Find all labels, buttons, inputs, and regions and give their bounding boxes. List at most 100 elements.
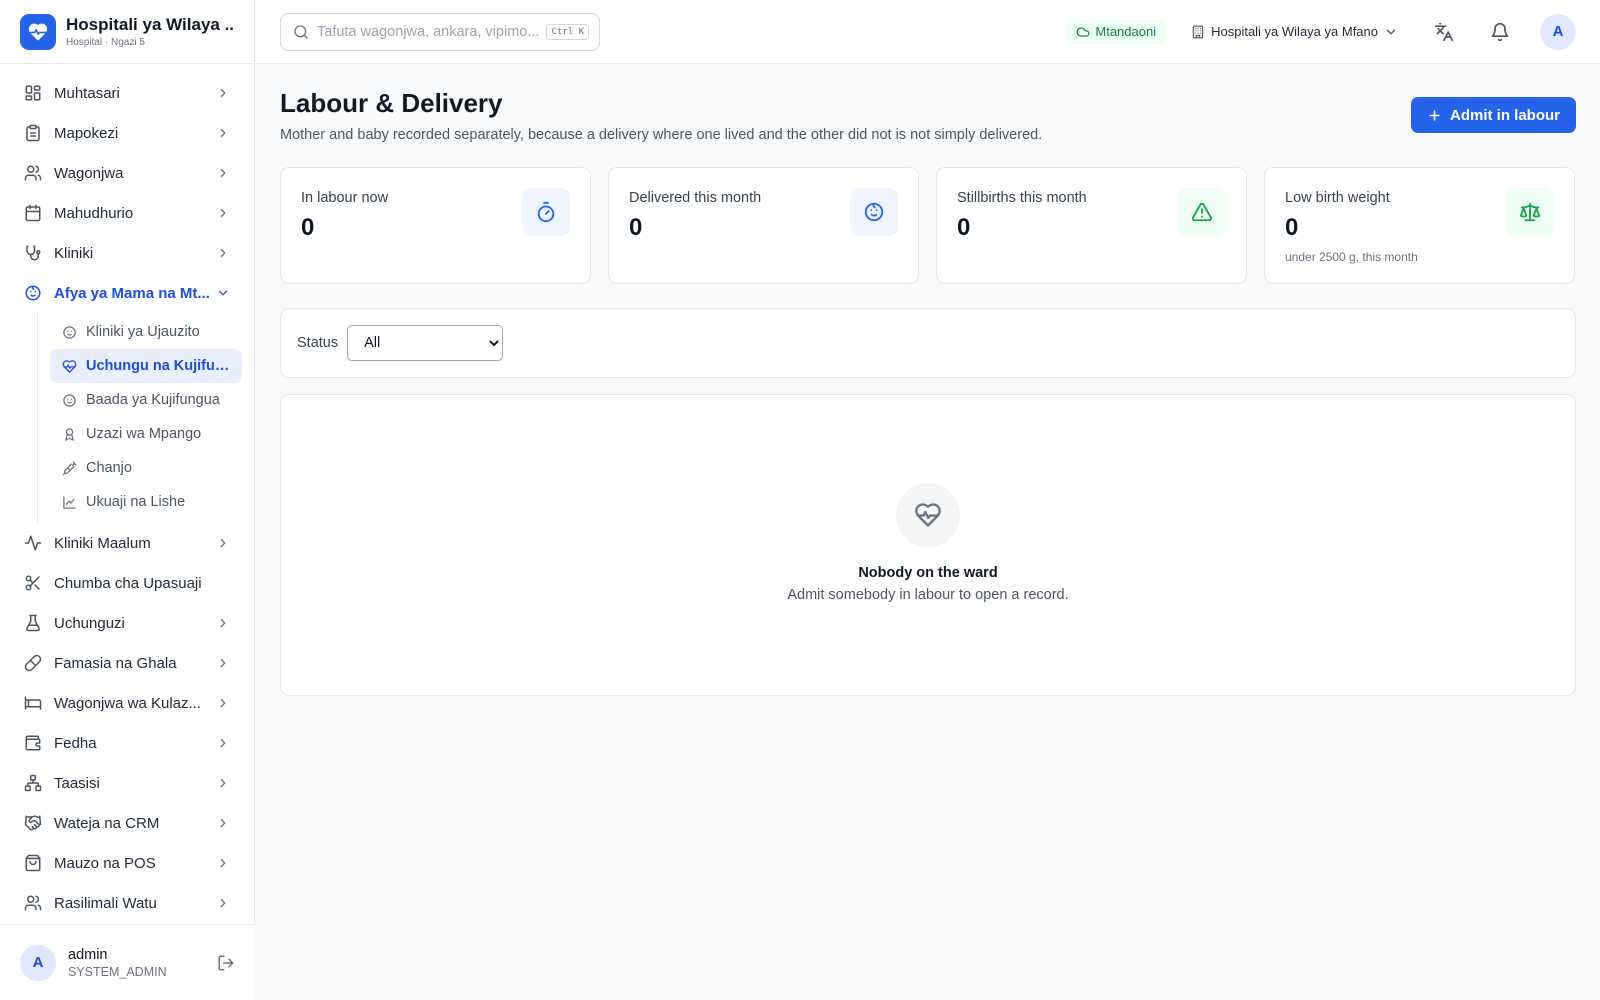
topbar: Ctrl K Mtandaoni Hospitali ya Wilaya ya …: [256, 0, 1600, 64]
sidebar-subitem-label: Uzazi wa Mpango: [86, 426, 202, 442]
chevron-right-icon: [220, 898, 226, 908]
stat-hint: under 2500 g, this month: [1285, 250, 1418, 264]
sidebar-item-label: Famasia na Ghala: [54, 654, 177, 672]
sidebar-subitem-kliniki-ya-ujauzito[interactable]: Kliniki ya Ujauzito: [50, 315, 242, 349]
sidebar-item-wagonjwa-wa-kulazwa[interactable]: Wagonjwa wa Kulaz...: [0, 683, 254, 723]
heart-pulse-icon: [896, 483, 960, 547]
chevron-right-icon: [220, 128, 226, 138]
stat-card-stillbirths: Stillbirths this month 0: [936, 167, 1247, 284]
sidebar-subitem-label: Baada ya Kujifungua: [86, 392, 220, 408]
empty-state-description: Admit somebody in labour to open a recor…: [787, 587, 1069, 603]
chevron-right-icon: [220, 538, 226, 548]
sidebar-item-wagonjwa[interactable]: Wagonjwa: [0, 153, 254, 193]
sidebar-subnav: Kliniki ya Ujauzito Uchungu na Kujifun..…: [37, 313, 254, 523]
facility-name: Hospitali ya Wilaya ya Mfano: [1211, 24, 1378, 39]
stat-card-delivered: Delivered this month 0: [608, 167, 919, 284]
stethoscope-icon: [26, 245, 41, 261]
baby-icon: [63, 393, 76, 407]
chevron-right-icon: [220, 208, 226, 218]
chevron-right-icon: [220, 248, 226, 258]
sidebar-item-label: Mauzo na POS: [54, 854, 156, 872]
network-icon: [24, 774, 42, 792]
shopping-bag-icon: [25, 854, 41, 872]
admit-in-labour-button[interactable]: Admit in labour: [1411, 97, 1576, 133]
baby-icon: [63, 325, 76, 339]
sidebar-subitem-label: Chanjo: [86, 460, 132, 476]
sidebar-item-fedha[interactable]: Fedha: [0, 723, 254, 763]
sidebar-subitem-uchungu-na-kujifungua[interactable]: Uchungu na Kujifun...: [50, 349, 242, 383]
brand-subtitle: Hospital · Ngazi 5: [66, 37, 145, 48]
sidebar-item-mapokezi[interactable]: Mapokezi: [0, 113, 254, 153]
pill-icon: [24, 654, 42, 672]
chevron-right-icon: [220, 738, 226, 748]
handshake-icon: [24, 815, 42, 831]
sidebar-item-label: Afya ya Mama na Mt...: [54, 284, 210, 302]
sidebar-item-kliniki-maalum[interactable]: Kliniki Maalum: [0, 523, 254, 563]
baby-icon: [25, 285, 41, 301]
sidebar: Hospitali ya Wilaya ... Hospital · Ngazi…: [0, 0, 255, 1000]
bell-icon[interactable]: [1490, 22, 1510, 42]
calendar-icon: [25, 204, 41, 222]
sidebar-subitem-baada-ya-kujifungua[interactable]: Baada ya Kujifungua: [50, 383, 242, 417]
sidebar-subitem-uzazi-wa-mpango[interactable]: Uzazi wa Mpango: [50, 417, 242, 451]
activity-icon: [24, 535, 42, 551]
connection-status-badge: Mtandaoni: [1067, 19, 1167, 44]
chevron-down-icon: [1386, 29, 1396, 34]
ribbon-icon: [65, 427, 74, 441]
chevron-right-icon: [220, 818, 226, 828]
sidebar-item-label: Kliniki: [54, 244, 94, 262]
logout-icon[interactable]: [217, 954, 235, 972]
sidebar-item-label: Fedha: [54, 734, 97, 752]
stat-card-low-birth-weight: Low birth weight 0 under 2500 g, this mo…: [1264, 167, 1575, 284]
sidebar-item-label: Muhtasari: [54, 84, 120, 102]
sidebar-item-label: Uchunguzi: [54, 614, 125, 632]
search-input[interactable]: [317, 23, 547, 40]
sidebar-item-chumba-cha-upasuaji[interactable]: Chumba cha Upasuaji: [0, 563, 254, 603]
page-description: Mother and baby recorded separately, bec…: [280, 127, 1043, 143]
sidebar-item-famasia-na-ghala[interactable]: Famasia na Ghala: [0, 643, 254, 683]
filter-bar: Status All: [280, 308, 1576, 378]
sidebar-item-mahudhurio[interactable]: Mahudhurio: [0, 193, 254, 233]
sidebar-item-taasisi[interactable]: Taasisi: [0, 763, 254, 803]
sidebar-item-mauzo-na-pos[interactable]: Mauzo na POS: [0, 843, 254, 883]
admit-in-labour-label: Admit in labour: [1450, 106, 1560, 124]
scissors-icon: [25, 575, 40, 591]
search-icon: [294, 24, 308, 39]
stat-card-in-labour: In labour now 0: [280, 167, 591, 284]
sidebar-nav: Muhtasari Mapokezi Wagonjwa Mahudhurio K…: [0, 64, 254, 923]
sidebar-item-label: Chumba cha Upasuaji: [54, 574, 202, 592]
status-filter-label: Status: [297, 335, 339, 351]
chevron-right-icon: [220, 88, 226, 98]
sidebar-item-rasilimali-watu[interactable]: Rasilimali Watu: [0, 883, 254, 923]
wallet-icon: [25, 735, 41, 751]
sidebar-item-afya-ya-mama[interactable]: Afya ya Mama na Mt...: [0, 273, 254, 313]
search-box[interactable]: Ctrl K: [280, 12, 600, 51]
avatar[interactable]: A: [20, 944, 56, 981]
chevron-right-icon: [220, 858, 226, 868]
status-filter-select[interactable]: All: [347, 325, 504, 361]
sidebar-subitem-chanjo[interactable]: Chanjo: [50, 451, 242, 485]
page-header: Labour & Delivery Mother and baby record…: [280, 88, 1576, 143]
language-icon[interactable]: [1434, 22, 1454, 42]
sidebar-item-label: Rasilimali Watu: [54, 894, 157, 912]
user-avatar-button[interactable]: A: [1540, 13, 1576, 50]
sidebar-item-label: Mapokezi: [54, 124, 119, 142]
sidebar-item-wateja-na-crm[interactable]: Wateja na CRM: [0, 803, 254, 843]
sidebar-subitem-ukuaji-na-lishe[interactable]: Ukuaji na Lishe: [50, 485, 242, 519]
sidebar-item-label: Mahudhurio: [54, 204, 134, 222]
sidebar-item-muhtasari[interactable]: Muhtasari: [0, 73, 254, 113]
keyboard-shortcut: Ctrl K: [546, 23, 589, 40]
bed-icon: [24, 696, 42, 710]
empty-state: Nobody on the ward Admit somebody in lab…: [280, 394, 1576, 696]
facility-selector[interactable]: Hospitali ya Wilaya ya Mfano: [1191, 24, 1398, 39]
users-icon: [24, 165, 42, 181]
scale-icon: [1506, 188, 1554, 236]
sidebar-item-label: Wagonjwa wa Kulaz...: [54, 694, 202, 712]
sidebar-item-uchunguzi[interactable]: Uchunguzi: [0, 603, 254, 643]
sidebar-item-kliniki[interactable]: Kliniki: [0, 233, 254, 273]
building-icon: [1192, 25, 1204, 38]
brand[interactable]: Hospitali ya Wilaya ... Hospital · Ngazi…: [0, 0, 254, 64]
sidebar-item-label: Kliniki Maalum: [54, 534, 151, 552]
chart-line-icon: [63, 495, 76, 509]
sidebar-item-label: Taasisi: [54, 774, 100, 792]
